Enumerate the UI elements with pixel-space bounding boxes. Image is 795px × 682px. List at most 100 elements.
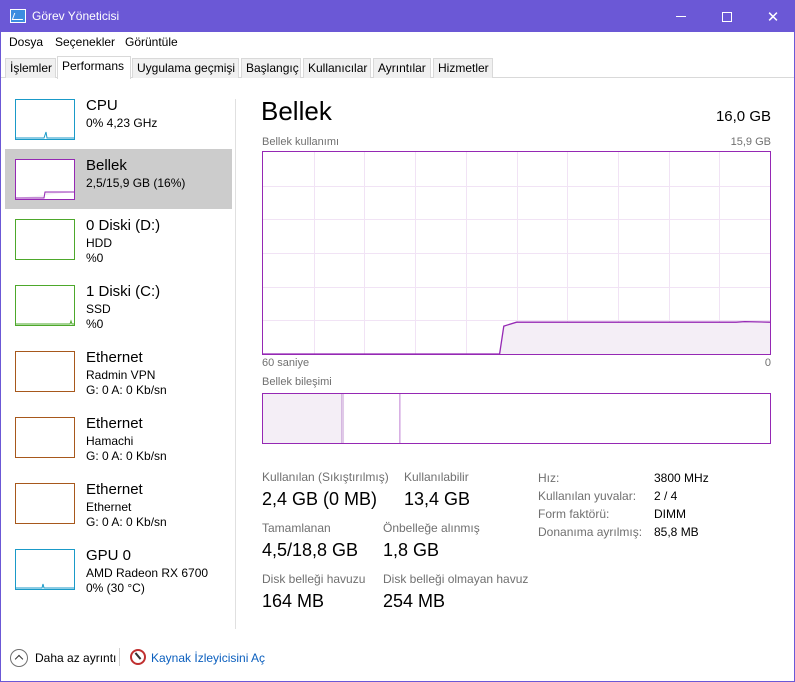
memory-thumbnail-line <box>16 191 74 199</box>
memory-detail-panel: Bellek 16,0 GB Bellek kullanımı 15,9 GB … <box>261 96 773 626</box>
ethernet-thumbnail-graph <box>15 351 75 392</box>
hardware-reserved-value: 85,8 MB <box>654 525 699 539</box>
sidebar-item-disk-c[interactable]: 1 Diski (C:) SSD %0 <box>5 275 232 335</box>
pane-divider[interactable] <box>235 99 236 629</box>
usage-graph-max: 15,9 GB <box>730 136 771 148</box>
available-value: 13,4 GB <box>404 489 471 509</box>
in-use-label: Kullanılan (Sıkıştırılmış) <box>262 470 389 484</box>
tab-startup[interactable]: Başlangıç <box>241 58 301 78</box>
sidebar-item-detail: Ethernet <box>86 500 132 514</box>
memory-composition-bar <box>262 393 771 444</box>
cpu-thumbnail-line <box>16 131 74 139</box>
close-icon: ✕ <box>766 8 780 26</box>
sidebar-item-detail: 2,5/15,9 GB (16%) <box>86 176 186 190</box>
cached-value: 1,8 GB <box>383 540 440 560</box>
speed-label: Hız: <box>538 471 560 485</box>
memory-usage-chart <box>262 151 771 355</box>
maximize-button[interactable] <box>704 1 750 32</box>
slots-used-label: Kullanılan yuvalar: <box>538 489 637 503</box>
memory-thumbnail-graph <box>15 159 75 200</box>
footer-bar: Daha az ayrıntı Kaynak İzleyicisini Aç <box>1 644 794 672</box>
sidebar-item-name: 0 Diski (D:) <box>86 217 161 234</box>
ethernet-thumbnail-graph <box>15 417 75 458</box>
sidebar-item-detail-2: 0% (30 °C) <box>86 581 145 595</box>
sidebar-item-detail-2: %0 <box>86 317 104 331</box>
menu-options[interactable]: Seçenekler <box>55 35 115 49</box>
sidebar-item-cpu[interactable]: CPU 0% 4,23 GHz <box>5 89 232 149</box>
sidebar-item-disk-d[interactable]: 0 Diski (D:) HDD %0 <box>5 209 232 269</box>
close-button[interactable]: ✕ <box>750 1 795 32</box>
sidebar-item-detail-2: G: 0 A: 0 Kb/sn <box>86 449 167 463</box>
memory-usage-plot <box>263 152 771 355</box>
menu-view[interactable]: Görüntüle <box>125 35 178 49</box>
tab-services[interactable]: Hizmetler <box>433 58 493 78</box>
page-title: Bellek <box>261 96 332 126</box>
composition-standby <box>344 394 400 443</box>
composition-in-use <box>263 394 342 443</box>
maximize-icon <box>722 11 732 22</box>
nonpaged-pool-value: 254 MB <box>383 591 446 611</box>
ethernet-thumbnail-graph <box>15 483 75 524</box>
resource-monitor-icon[interactable] <box>130 649 146 665</box>
sidebar-item-detail-2: G: 0 A: 0 Kb/sn <box>86 383 167 397</box>
tab-processes[interactable]: İşlemler <box>5 58 56 78</box>
tab-users[interactable]: Kullanıcılar <box>303 58 371 78</box>
composition-modified <box>341 394 345 443</box>
gpu-thumbnail-line <box>16 583 74 589</box>
paged-pool-label: Disk belleği havuzu <box>262 572 366 586</box>
total-memory: 16,0 GB <box>715 108 771 125</box>
memory-usage-area <box>263 321 770 354</box>
sidebar-item-detail-2: %0 <box>86 251 104 265</box>
menu-file[interactable]: Dosya <box>9 35 43 49</box>
minimize-icon <box>676 16 686 17</box>
paged-pool-value: 164 MB <box>262 591 325 611</box>
disk-thumbnail-line <box>16 319 74 325</box>
task-manager-icon <box>10 9 26 23</box>
sidebar-item-name: Ethernet <box>86 481 143 498</box>
tab-app-history[interactable]: Uygulama geçmişi <box>132 58 239 78</box>
sidebar-item-name: Ethernet <box>86 349 143 366</box>
sidebar-item-ethernet-hamachi[interactable]: Ethernet Hamachi G: 0 A: 0 Kb/sn <box>5 407 232 467</box>
performance-sidebar: CPU 0% 4,23 GHz Bellek 2,5/15,9 GB (16%)… <box>5 89 233 629</box>
nonpaged-pool-label: Disk belleği olmayan havuz <box>383 572 529 586</box>
committed-label: Tamamlanan <box>262 521 331 535</box>
gpu-thumbnail-graph <box>15 549 75 590</box>
time-axis-right-label: 0 <box>764 357 771 369</box>
sidebar-item-ethernet-radmin[interactable]: Ethernet Radmin VPN G: 0 A: 0 Kb/sn <box>5 341 232 401</box>
speed-value: 3800 MHz <box>654 471 709 485</box>
disk-thumbnail-graph <box>15 285 75 326</box>
fewer-details-link[interactable]: Daha az ayrıntı <box>35 651 116 665</box>
form-factor-label: Form faktörü: <box>538 507 610 521</box>
tab-performance[interactable]: Performans <box>57 56 131 79</box>
sidebar-item-detail: Hamachi <box>86 434 134 448</box>
open-resource-monitor-link[interactable]: Kaynak İzleyicisini Aç <box>151 651 265 665</box>
memory-composition-plot <box>263 394 401 443</box>
chevron-up-icon[interactable] <box>10 649 28 667</box>
cpu-thumbnail-graph <box>15 99 75 140</box>
sidebar-item-detail-2: G: 0 A: 0 Kb/sn <box>86 515 167 529</box>
window-title: Görev Yöneticisi <box>32 9 120 23</box>
tab-strip: İşlemler Performans Uygulama geçmişi Baş… <box>1 56 794 79</box>
disk-thumbnail-graph <box>15 219 75 260</box>
sidebar-item-gpu[interactable]: GPU 0 AMD Radeon RX 6700 0% (30 °C) <box>5 539 232 599</box>
in-use-value: 2,4 GB (0 MB) <box>262 489 378 509</box>
sidebar-item-memory[interactable]: Bellek 2,5/15,9 GB (16%) <box>5 149 232 209</box>
sidebar-item-name: GPU 0 <box>86 547 132 564</box>
hardware-reserved-label: Donanıma ayrılmış: <box>538 525 643 539</box>
composition-label: Bellek bileşimi <box>262 376 332 388</box>
minimize-button[interactable] <box>658 1 704 32</box>
footer-separator <box>119 648 120 666</box>
sidebar-item-name: Ethernet <box>86 415 143 432</box>
task-manager-window: Görev Yöneticisi ✕ Dosya Seçenekler Görü… <box>0 0 795 682</box>
usage-graph-label: Bellek kullanımı <box>262 136 340 148</box>
sidebar-item-detail: AMD Radeon RX 6700 <box>86 566 209 580</box>
sidebar-item-ethernet[interactable]: Ethernet Ethernet G: 0 A: 0 Kb/sn <box>5 473 232 533</box>
tab-details[interactable]: Ayrıntılar <box>373 58 431 78</box>
sidebar-item-detail: HDD <box>86 236 112 250</box>
sidebar-item-name: CPU <box>86 97 118 114</box>
time-axis-left-label: 60 saniye <box>262 357 310 369</box>
sidebar-item-name: 1 Diski (C:) <box>86 283 161 300</box>
sidebar-item-detail: Radmin VPN <box>86 368 156 382</box>
cached-label: Önbelleğe alınmış <box>383 521 480 535</box>
menu-bar: Dosya Seçenekler Görüntüle <box>1 32 794 52</box>
